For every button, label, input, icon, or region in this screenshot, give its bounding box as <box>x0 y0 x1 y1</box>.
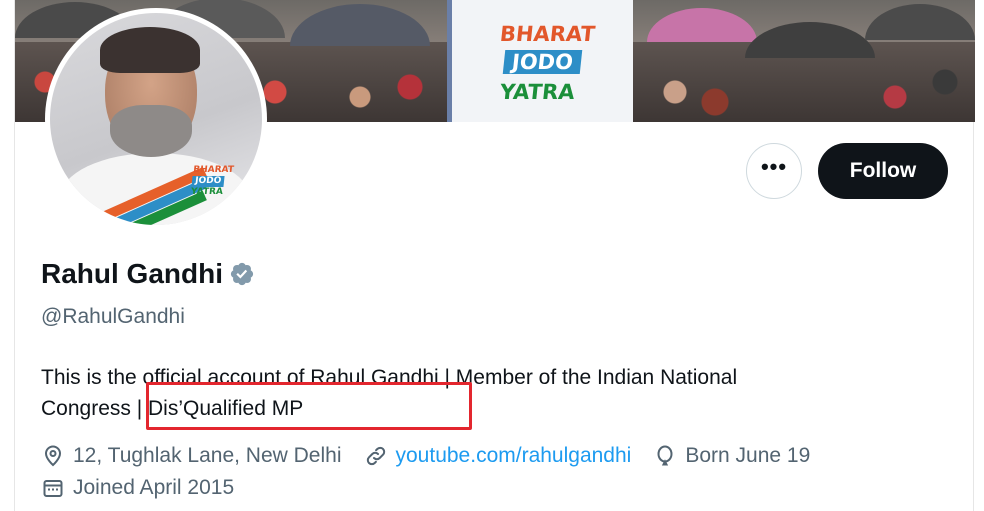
banner-umbrella <box>745 22 875 58</box>
banner-campaign-board: BHARAT JODO YATRA <box>447 0 633 122</box>
avatar-photo: BHARAT JODO YATRA <box>50 13 262 225</box>
more-button[interactable]: ••• <box>746 143 802 199</box>
banner-umbrella <box>647 8 757 42</box>
website-item: youtube.com/rahulgandhi <box>364 444 632 468</box>
avatar-hair <box>100 27 200 73</box>
banner-umbrella <box>865 4 975 40</box>
follow-button[interactable]: Follow <box>818 143 948 199</box>
location-text: 12, Tughlak Lane, New Delhi <box>73 444 342 467</box>
birthday-text: Born June 19 <box>685 444 811 467</box>
profile-name-row: Rahul Gandhi <box>41 258 255 290</box>
avatar-logo-line1: BHARAT <box>192 165 235 175</box>
profile-meta-row: 12, Tughlak Lane, New Delhi youtube.com/… <box>41 444 832 468</box>
birthday-item: Born June 19 <box>653 444 810 468</box>
website-link[interactable]: youtube.com/rahulgandhi <box>396 444 632 468</box>
banner-logo-line3: YATRA <box>498 80 576 104</box>
balloon-icon <box>657 445 673 466</box>
avatar-beard <box>110 105 192 157</box>
joined-item: Joined April 2015 <box>41 476 234 500</box>
avatar-logo-line2: JODO <box>191 176 225 187</box>
profile-card: BHARAT JODO YATRA BHARAT JODO YATRA ••• … <box>14 0 975 511</box>
banner-logo-line1: BHARAT <box>498 22 597 46</box>
banner-umbrella <box>290 4 430 46</box>
avatar-logo-line3: YATRA <box>190 187 224 197</box>
avatar-logo: BHARAT JODO YATRA <box>190 165 234 198</box>
location-item: 12, Tughlak Lane, New Delhi <box>41 444 342 468</box>
profile-joined-row: Joined April 2015 <box>41 476 256 500</box>
more-icon: ••• <box>760 154 788 179</box>
link-icon <box>366 446 385 466</box>
banner-logo-line2: JODO <box>502 50 583 74</box>
joined-text: Joined April 2015 <box>73 476 235 499</box>
highlight-annotation <box>146 382 472 430</box>
verified-badge-icon[interactable] <box>229 261 255 287</box>
location-icon <box>44 445 62 467</box>
calendar-icon <box>43 480 63 497</box>
avatar[interactable]: BHARAT JODO YATRA <box>45 8 267 230</box>
profile-name: Rahul Gandhi <box>41 258 223 289</box>
profile-handle: @RahulGandhi <box>41 305 185 328</box>
